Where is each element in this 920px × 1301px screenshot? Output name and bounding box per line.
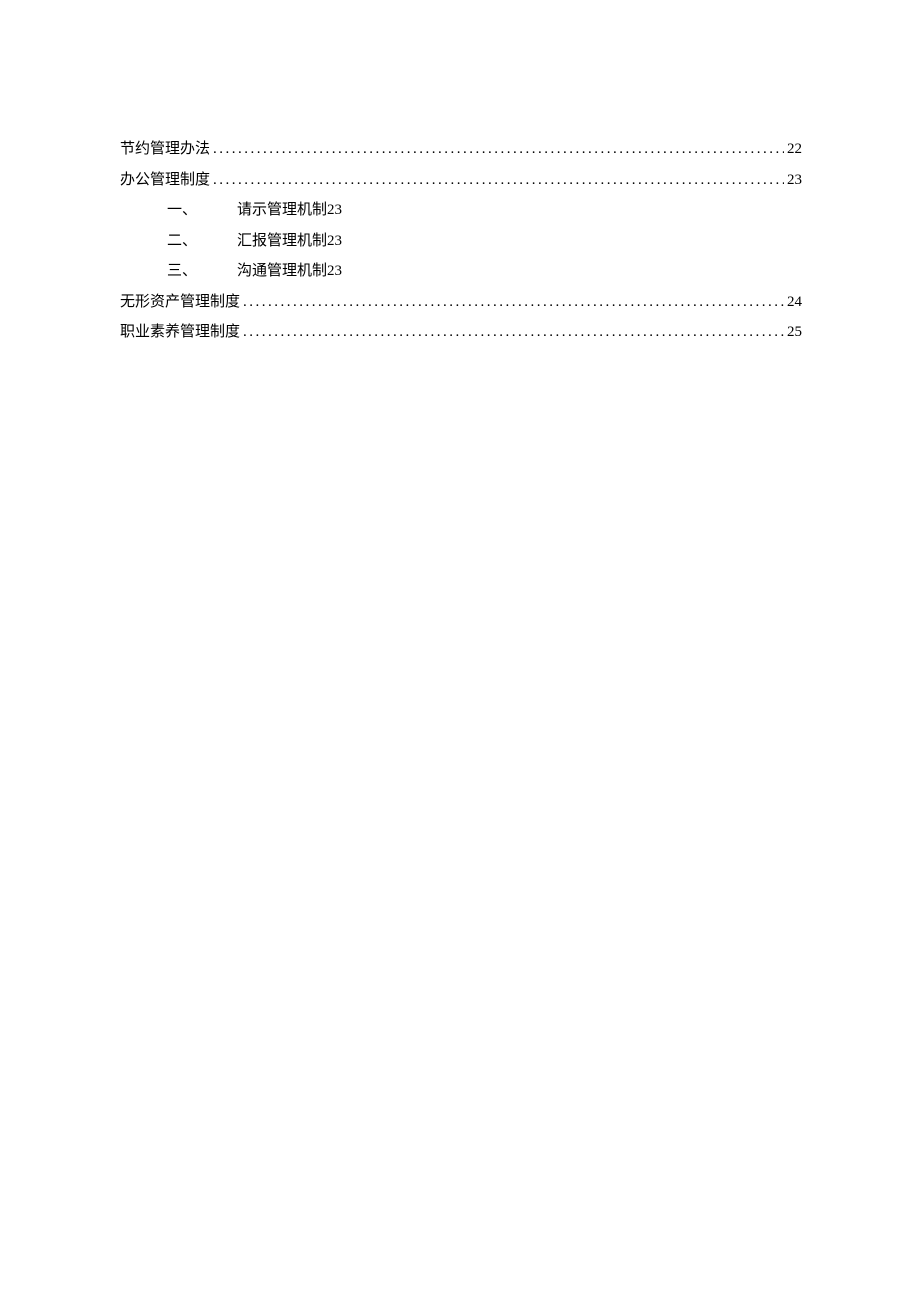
toc-container: 节约管理办法 22 办公管理制度 23 一、 请示管理机制23 二、 汇报管理机… xyxy=(120,135,802,347)
toc-sub-text: 沟通管理机制23 xyxy=(237,257,342,286)
toc-entry: 职业素养管理制度 25 xyxy=(120,318,802,347)
toc-title: 节约管理办法 xyxy=(120,135,210,164)
toc-leader xyxy=(213,166,784,195)
toc-sub-marker: 三、 xyxy=(167,257,237,286)
toc-sub-marker: 一、 xyxy=(167,196,237,225)
toc-page: 24 xyxy=(787,288,802,317)
toc-entry: 无形资产管理制度 24 xyxy=(120,288,802,317)
toc-page: 23 xyxy=(787,166,802,195)
toc-leader xyxy=(213,135,784,164)
toc-entry: 节约管理办法 22 xyxy=(120,135,802,164)
toc-entry: 办公管理制度 23 xyxy=(120,166,802,195)
toc-page: 22 xyxy=(787,135,802,164)
toc-subentry: 二、 汇报管理机制23 xyxy=(120,227,802,256)
toc-subentry: 三、 沟通管理机制23 xyxy=(120,257,802,286)
toc-page: 25 xyxy=(787,318,802,347)
toc-subentry: 一、 请示管理机制23 xyxy=(120,196,802,225)
toc-leader xyxy=(243,288,784,317)
toc-leader xyxy=(243,318,784,347)
toc-title: 职业素养管理制度 xyxy=(120,318,240,347)
toc-sub-marker: 二、 xyxy=(167,227,237,256)
toc-sub-text: 请示管理机制23 xyxy=(237,196,342,225)
toc-title: 无形资产管理制度 xyxy=(120,288,240,317)
toc-sub-text: 汇报管理机制23 xyxy=(237,227,342,256)
toc-title: 办公管理制度 xyxy=(120,166,210,195)
